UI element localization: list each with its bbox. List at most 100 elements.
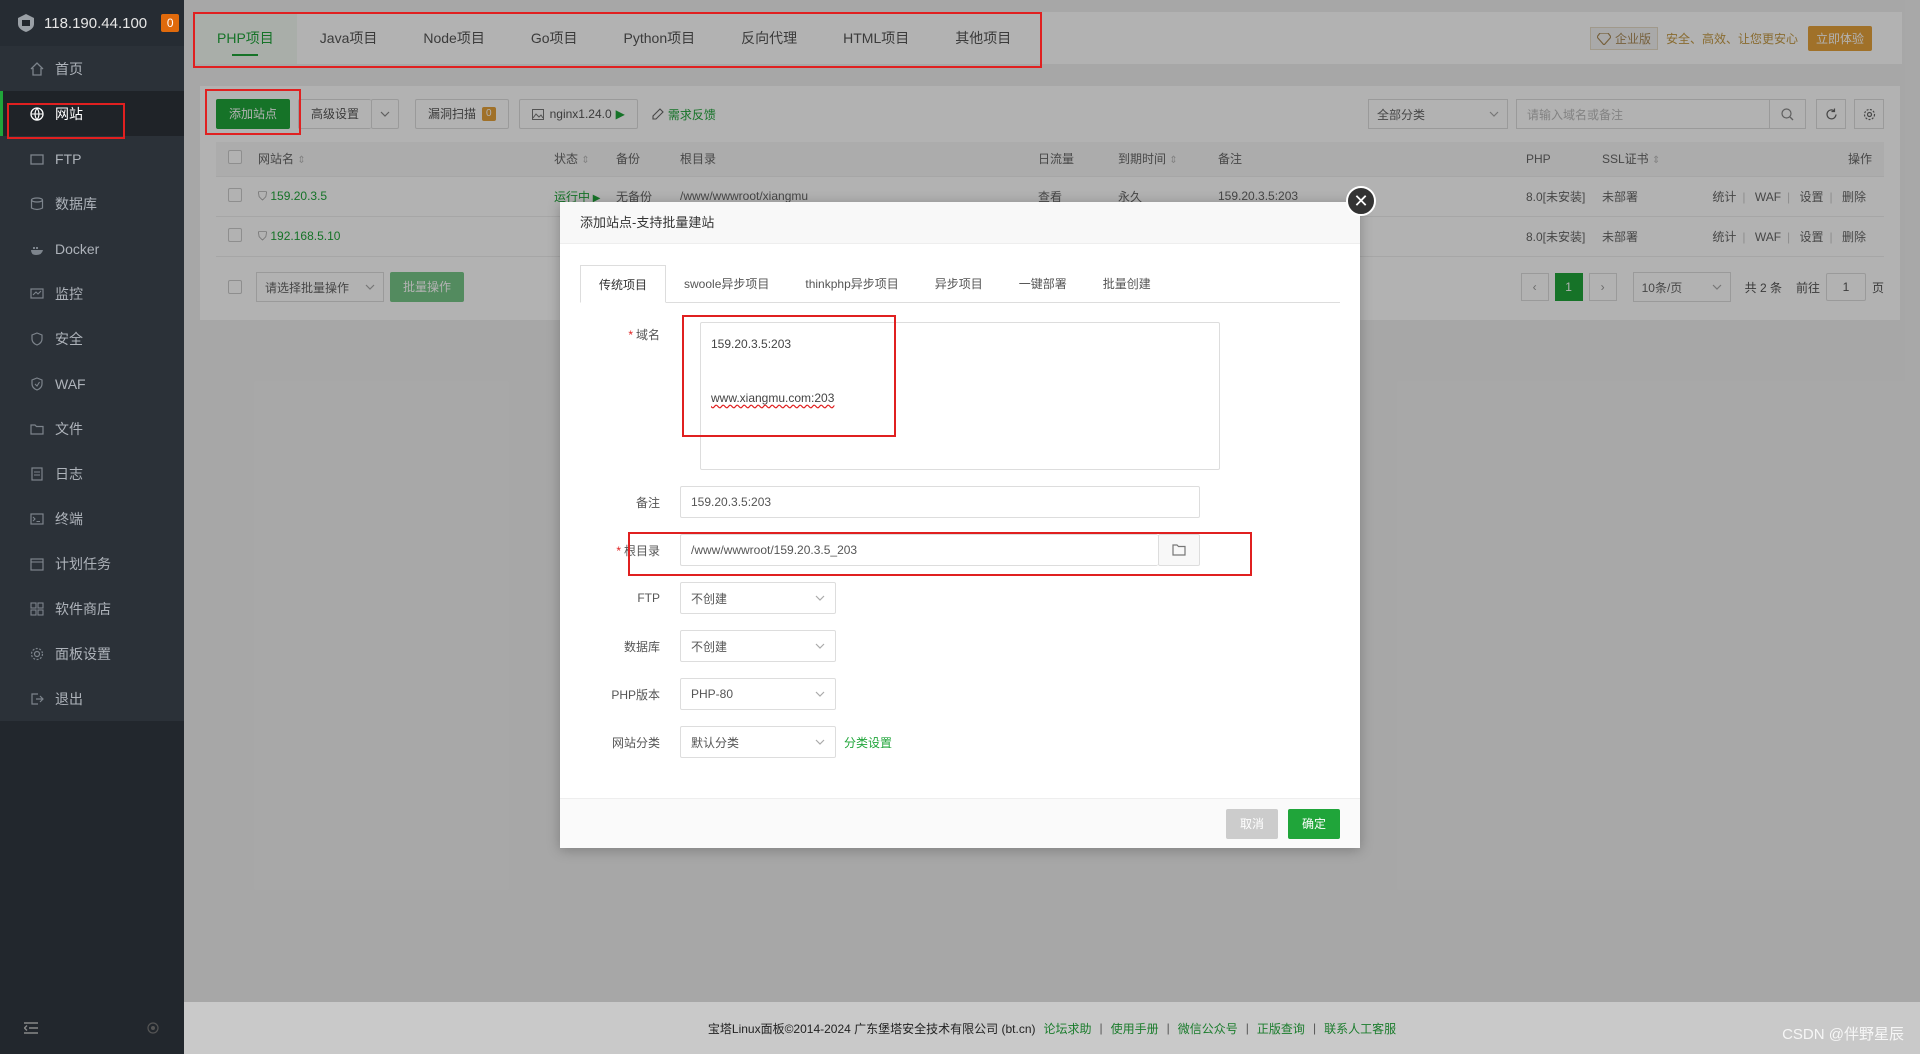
sidebar-item-ftp[interactable]: FTP	[0, 136, 184, 181]
remark-input[interactable]: 159.20.3.5:203	[680, 486, 1200, 518]
root-path-input[interactable]: /www/wwwroot/159.20.3.5_203	[680, 534, 1158, 566]
sidebar-item-label: 面板设置	[55, 645, 111, 662]
notice-count-badge[interactable]: 0	[161, 14, 180, 32]
sidebar-item-logout[interactable]: 退出	[0, 676, 184, 721]
waf-icon	[31, 376, 43, 391]
php-row: PHP版本 PHP-80	[560, 678, 1360, 710]
page-footer: 宝塔Linux面板©2014-2024 广东堡塔安全技术有限公司 (bt.cn)…	[184, 1002, 1920, 1054]
footer-link-forum[interactable]: 论坛求助	[1044, 1020, 1092, 1037]
footer-link-manual[interactable]: 使用手册	[1111, 1020, 1159, 1037]
sidebar-item-label: WAF	[55, 375, 86, 392]
sidebar-footer	[0, 1002, 184, 1054]
php-version-select[interactable]: PHP-80	[680, 678, 836, 710]
tab-batch[interactable]: 批量创建	[1085, 265, 1169, 303]
domain-line-1: 159.20.3.5:203	[711, 337, 792, 351]
calendar-icon	[30, 557, 44, 571]
globe-icon	[30, 106, 44, 121]
monitor-icon	[30, 287, 44, 299]
footer-link-wechat[interactable]: 微信公众号	[1178, 1020, 1238, 1037]
close-icon[interactable]: ✕	[1346, 186, 1376, 216]
docker-icon	[31, 246, 43, 255]
category-row: 网站分类 默认分类 分类设置	[560, 726, 1360, 758]
sidebar-item-label: 日志	[55, 465, 83, 482]
sidebar-item-label: 数据库	[55, 195, 97, 212]
tab-thinkphp[interactable]: thinkphp异步项目	[787, 265, 916, 303]
sidebar-item-label: 文件	[55, 420, 83, 437]
chevron-down-icon	[815, 595, 825, 601]
add-site-dialog: 添加站点-支持批量建站 ✕ 传统项目 swoole异步项目 thinkphp异步…	[560, 186, 1376, 848]
domain-label-text: 域名	[635, 328, 660, 342]
cancel-button[interactable]: 取消	[1225, 808, 1278, 839]
logout-icon	[31, 692, 44, 705]
sidebar-item-database[interactable]: 数据库	[0, 181, 184, 226]
dialog-footer: 取消 确定	[560, 798, 1360, 848]
shield-icon	[31, 331, 43, 346]
sidebar-item-label: 首页	[55, 60, 83, 77]
sidebar-item-label: 网站	[55, 105, 83, 122]
terminal-icon	[30, 512, 44, 525]
domain-label: * 域名	[628, 328, 660, 342]
sidebar-item-monitor[interactable]: 监控	[0, 271, 184, 316]
sidebar-item-cron[interactable]: 计划任务	[0, 541, 184, 586]
collapse-menu-icon[interactable]	[24, 1022, 38, 1034]
folder-icon	[1172, 544, 1186, 556]
sidebar-item-label: FTP	[55, 150, 82, 167]
sidebar-item-label: 安全	[55, 330, 83, 347]
domain-line-2: www.xiangmu.com:203	[711, 391, 835, 405]
sidebar-item-label: 计划任务	[55, 555, 111, 572]
ftp-select[interactable]: 不创建	[680, 582, 836, 614]
dialog-title: 添加站点-支持批量建站	[560, 202, 1360, 244]
sidebar-item-label: 退出	[55, 690, 83, 707]
server-ip: 118.190.44.100	[44, 14, 148, 32]
chevron-down-icon	[815, 739, 825, 745]
ftp-label: FTP	[637, 591, 660, 605]
site-category-value: 默认分类	[691, 735, 740, 750]
database-icon	[30, 196, 44, 210]
copyright: 宝塔Linux面板©2014-2024 广东堡塔安全技术有限公司 (bt.cn)	[707, 1021, 1036, 1036]
sidebar-item-website[interactable]: 网站	[0, 91, 184, 136]
remark-label: 备注	[635, 495, 660, 510]
gear-icon	[30, 647, 44, 660]
sidebar-menu: 首页 网站 FTP 数据库 Docker 监控 安全 WAF 文件 日志 终端 …	[0, 46, 184, 721]
ftp-row: FTP 不创建	[560, 582, 1360, 614]
chevron-down-icon	[815, 691, 825, 697]
ftp-value: 不创建	[691, 591, 728, 606]
sidebar-item-security[interactable]: 安全	[0, 316, 184, 361]
tab-one-click[interactable]: 一键部署	[1001, 265, 1085, 303]
sidebar-item-label: Docker	[55, 240, 100, 257]
database-select[interactable]: 不创建	[680, 630, 836, 662]
sidebar-item-settings[interactable]: 面板设置	[0, 631, 184, 676]
php-version-value: PHP-80	[691, 687, 734, 701]
category-label: 网站分类	[611, 735, 660, 750]
confirm-button[interactable]: 确定	[1287, 808, 1340, 839]
database-label: 数据库	[623, 639, 660, 654]
sidebar-header: 118.190.44.100 0	[0, 0, 184, 46]
root-label: * 根目录	[616, 543, 660, 558]
sidebar-item-home[interactable]: 首页	[0, 46, 184, 91]
tab-async[interactable]: 异步项目	[917, 265, 1001, 303]
sidebar-item-store[interactable]: 软件商店	[0, 586, 184, 631]
ftp-icon	[30, 153, 44, 165]
footer-link-support[interactable]: 联系人工客服	[1324, 1020, 1396, 1037]
sidebar-item-waf[interactable]: WAF	[0, 361, 184, 406]
sidebar-item-docker[interactable]: Docker	[0, 226, 184, 271]
root-row: * 根目录 /www/wwwroot/159.20.3.5_203	[560, 534, 1360, 566]
footer-link-license[interactable]: 正版查询	[1257, 1020, 1305, 1037]
settings-gear-icon[interactable]	[146, 1021, 160, 1035]
sidebar: 118.190.44.100 0 首页 网站 FTP 数据库 Docker 监控…	[0, 0, 184, 1054]
database-row: 数据库 不创建	[560, 630, 1360, 662]
tab-traditional[interactable]: 传统项目	[580, 265, 667, 303]
category-settings-link[interactable]: 分类设置	[844, 734, 892, 751]
site-category-select[interactable]: 默认分类	[680, 726, 836, 758]
sidebar-item-logs[interactable]: 日志	[0, 451, 184, 496]
sidebar-item-terminal[interactable]: 终端	[0, 496, 184, 541]
chevron-down-icon	[815, 643, 825, 649]
bt-logo-icon	[18, 14, 34, 32]
browse-folder-button[interactable]	[1158, 534, 1200, 566]
tab-swoole[interactable]: swoole异步项目	[666, 265, 787, 303]
home-icon	[30, 61, 44, 76]
sidebar-item-files[interactable]: 文件	[0, 406, 184, 451]
php-label: PHP版本	[611, 687, 660, 702]
sidebar-item-label: 终端	[55, 510, 83, 527]
domain-textarea[interactable]: 159.20.3.5:203 www.xiangmu.com:203	[700, 322, 1220, 470]
